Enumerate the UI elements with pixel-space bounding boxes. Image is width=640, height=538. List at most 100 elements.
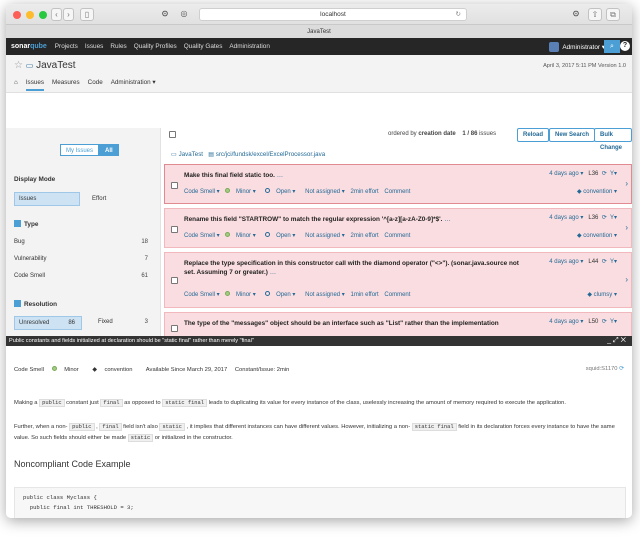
share-icon[interactable]: ⇧: [588, 8, 602, 21]
issue-checkbox[interactable]: [171, 325, 178, 332]
type-facet-heading[interactable]: Type: [14, 220, 38, 228]
address-bar[interactable]: localhost ↻: [199, 8, 467, 21]
nav-issues[interactable]: Issues: [85, 43, 103, 50]
tab-code[interactable]: Code: [88, 79, 103, 91]
issue-type[interactable]: Code Smell ▾: [184, 233, 220, 239]
display-mode-effort[interactable]: Effort: [92, 192, 106, 206]
more-icon[interactable]: …: [270, 269, 276, 276]
chevron-right-icon[interactable]: ›: [625, 179, 628, 188]
issue-row[interactable]: Make this final field static too. … Code…: [164, 164, 632, 204]
issue-comment[interactable]: Comment: [384, 292, 410, 298]
order-field-select[interactable]: creation date: [418, 131, 455, 137]
issue-effort[interactable]: 2min effort: [350, 189, 378, 195]
issue-message[interactable]: Rename this field "STARTROW" to match th…: [184, 215, 524, 224]
issue-type[interactable]: Code Smell ▾: [184, 292, 220, 298]
issue-tag[interactable]: ◆ convention ▾: [577, 232, 617, 239]
resolution-facet-heading[interactable]: Resolution: [14, 300, 57, 308]
downloads-icon[interactable]: ⊙: [570, 8, 582, 21]
issue-message[interactable]: Make this final field static too. …: [184, 171, 524, 180]
issue-age[interactable]: 4 days ago ▾: [549, 215, 583, 221]
link-icon[interactable]: ⟳: [602, 319, 607, 325]
link-icon[interactable]: ⟳: [619, 366, 624, 372]
link-icon[interactable]: ⟳: [602, 215, 607, 221]
nav-administration[interactable]: Administration: [229, 43, 270, 50]
home-icon[interactable]: ⌂: [14, 79, 18, 91]
issue-status[interactable]: Open ▾: [265, 188, 299, 195]
issue-age[interactable]: 4 days ago ▾: [549, 171, 583, 177]
nav-quality-profiles[interactable]: Quality Profiles: [134, 43, 177, 50]
issue-assignee[interactable]: Not assigned ▾: [305, 189, 345, 195]
link-icon[interactable]: ⟳: [602, 259, 607, 265]
back-icon[interactable]: ‹: [51, 8, 62, 21]
filter-icon[interactable]: Y▾: [610, 171, 617, 177]
issue-assignee[interactable]: Not assigned ▾: [305, 233, 345, 239]
issue-effort[interactable]: 2min effort: [350, 233, 378, 239]
issue-severity[interactable]: Minor ▾: [225, 188, 259, 195]
close-panel-icon[interactable]: ✕: [621, 337, 628, 344]
issue-tag[interactable]: ◆ clumsy ▾: [587, 291, 617, 298]
more-icon[interactable]: …: [444, 216, 450, 223]
more-icon[interactable]: …: [277, 172, 283, 179]
reload-icon[interactable]: ↻: [456, 9, 461, 21]
privacy-icon[interactable]: ◎: [178, 8, 190, 21]
breadcrumb-project[interactable]: JavaTest: [179, 151, 203, 158]
new-search-button[interactable]: New Search: [549, 128, 596, 142]
issue-age[interactable]: 4 days ago ▾: [549, 259, 583, 265]
facet-code-smell[interactable]: Code Smell 61: [14, 273, 154, 279]
help-icon[interactable]: ?: [620, 41, 630, 51]
shield-icon[interactable]: ⊙: [159, 8, 171, 21]
sonarqube-logo[interactable]: sonarqube: [11, 43, 47, 50]
filter-icon[interactable]: Y▾: [610, 259, 617, 265]
issue-checkbox[interactable]: [171, 277, 178, 284]
chevron-right-icon[interactable]: ›: [625, 275, 628, 284]
tabs-icon[interactable]: ⧉: [606, 8, 620, 21]
issue-effort[interactable]: 1min effort: [350, 292, 378, 298]
reload-button[interactable]: Reload: [517, 128, 550, 142]
tab-javatest[interactable]: JavaTest: [6, 24, 632, 38]
tab-administration[interactable]: Administration ▾: [111, 79, 156, 91]
facet-fixed[interactable]: Fixed 3: [98, 319, 154, 325]
facet-bug[interactable]: Bug 18: [14, 239, 154, 245]
issue-row[interactable]: Replace the type specification in this c…: [164, 252, 632, 308]
tab-issues[interactable]: Issues: [25, 79, 45, 91]
bulk-change-button[interactable]: Bulk Change: [594, 128, 632, 151]
sidebar-toggle-icon[interactable]: ▯: [80, 8, 94, 21]
star-icon[interactable]: ☆: [14, 60, 23, 71]
nav-rules[interactable]: Rules: [110, 43, 126, 50]
all-issues-button[interactable]: All: [99, 144, 119, 156]
nav-projects[interactable]: Projects: [55, 43, 78, 50]
issue-status[interactable]: Open ▾: [265, 232, 299, 239]
filter-icon[interactable]: Y▾: [610, 215, 617, 221]
facet-vulnerability[interactable]: Vulnerability 7: [14, 256, 154, 262]
issue-assignee[interactable]: Not assigned ▾: [305, 292, 345, 298]
issue-comment[interactable]: Comment: [384, 189, 410, 195]
issue-tag[interactable]: ◆ convention ▾: [577, 188, 617, 195]
close-window-icon[interactable]: [13, 11, 21, 19]
forward-icon[interactable]: ›: [63, 8, 74, 21]
user-menu[interactable]: Administrator ▾: [549, 40, 605, 53]
minimize-window-icon[interactable]: [26, 11, 34, 19]
issue-severity[interactable]: Minor ▾: [225, 232, 259, 239]
issue-comment[interactable]: Comment: [384, 233, 410, 239]
issue-checkbox[interactable]: [171, 182, 178, 189]
issue-row[interactable]: Rename this field "STARTROW" to match th…: [164, 208, 632, 248]
breadcrumb-file[interactable]: src/jci/fundsk/excel/ExcelProcessor.java: [216, 151, 325, 158]
tab-measures[interactable]: Measures: [52, 79, 80, 91]
issue-type[interactable]: Code Smell ▾: [184, 189, 220, 195]
chevron-right-icon[interactable]: ›: [625, 223, 628, 232]
facet-unresolved[interactable]: Unresolved 86: [14, 316, 82, 330]
nav-quality-gates[interactable]: Quality Gates: [184, 43, 223, 50]
select-all-checkbox[interactable]: [169, 131, 176, 138]
filter-icon[interactable]: Y▾: [610, 319, 617, 325]
link-icon[interactable]: ⟳: [602, 171, 607, 177]
zoom-window-icon[interactable]: [39, 11, 47, 19]
issue-severity[interactable]: Minor ▾: [225, 291, 259, 298]
display-mode-issues[interactable]: Issues: [14, 192, 80, 206]
issue-age[interactable]: 4 days ago ▾: [549, 319, 583, 325]
issue-status[interactable]: Open ▾: [265, 291, 299, 298]
issue-message[interactable]: The type of the "messages" object should…: [184, 319, 524, 328]
my-issues-button[interactable]: My Issues: [60, 144, 100, 156]
issue-message[interactable]: Replace the type specification in this c…: [184, 259, 524, 277]
search-icon[interactable]: ⌕: [604, 40, 620, 53]
issue-checkbox[interactable]: [171, 226, 178, 233]
